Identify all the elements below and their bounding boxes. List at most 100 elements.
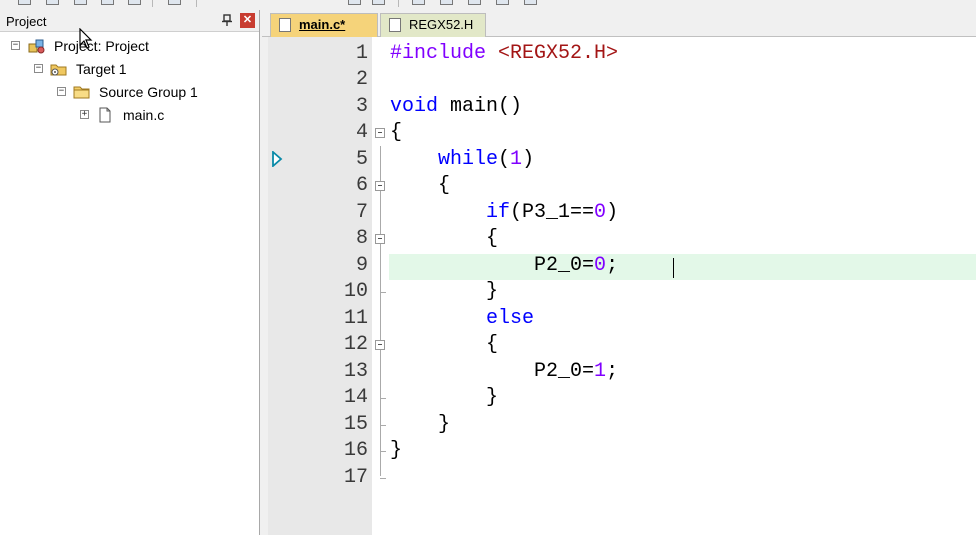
line-number: 14: [343, 386, 368, 409]
number-literal: 1: [510, 148, 523, 171]
code-text: P2_0=1;: [390, 359, 618, 385]
fold-end-marker: [380, 398, 386, 399]
code-line: 2: [268, 67, 976, 93]
code-token: (: [498, 148, 511, 171]
expand-icon[interactable]: +: [80, 110, 89, 119]
line-number: 1: [355, 42, 368, 65]
project-panel-title: Project: [6, 14, 47, 29]
file-icon: [279, 18, 291, 32]
code-text: }: [390, 385, 498, 411]
code-token: ): [522, 148, 535, 171]
line-number: 10: [343, 280, 368, 303]
code-line: 16 }: [268, 438, 976, 464]
include-header: <REGX52.H>: [486, 42, 619, 65]
code-line: 5 while(1): [268, 147, 976, 173]
code-token: {: [438, 174, 451, 197]
line-number: 5: [355, 148, 368, 171]
toolbar-button-icon[interactable]: [412, 0, 425, 5]
code-token: ): [606, 201, 619, 224]
tree-node-label: main.c: [123, 107, 165, 123]
code-text: while(1): [390, 147, 534, 173]
line-number: 7: [355, 201, 368, 224]
code-token: (P3_1==: [510, 201, 595, 224]
code-line: 7 if(P3_1==0): [268, 200, 976, 226]
keyword: else: [486, 307, 535, 330]
toolbar-button-icon[interactable]: [348, 0, 361, 5]
fold-toggle-icon[interactable]: [375, 340, 385, 350]
collapse-icon[interactable]: −: [11, 41, 20, 50]
tree-node-label: Source Group 1: [99, 84, 198, 100]
code-line: 4 {: [268, 120, 976, 146]
tree-node-source-group[interactable]: − Source Group 1: [0, 82, 250, 102]
code-line: 11 else: [268, 306, 976, 332]
code-text: P2_0=0;: [390, 253, 618, 279]
file-icon: [389, 18, 401, 32]
toolbar-button-icon[interactable]: [168, 0, 181, 5]
project-icon: [28, 38, 46, 54]
keyword: while: [438, 148, 499, 171]
tree-node-file[interactable]: + main.c: [0, 105, 250, 125]
code-text: if(P3_1==0): [390, 200, 618, 226]
line-number: 11: [343, 307, 368, 330]
keyword: void: [390, 95, 439, 118]
code-token: ;: [606, 360, 619, 383]
line-number: 6: [355, 174, 368, 197]
toolbar-button-icon[interactable]: [524, 0, 537, 5]
code-text: }: [390, 412, 450, 438]
keyword: if: [486, 201, 511, 224]
code-token: P2_0=: [534, 360, 595, 383]
text-caret: [673, 258, 674, 278]
fold-end-marker: [380, 425, 386, 426]
toolbar-separator: [152, 0, 153, 7]
line-number: 4: [355, 121, 368, 144]
fold-toggle-icon[interactable]: [375, 128, 385, 138]
tab-main-c[interactable]: main.c*: [270, 13, 378, 37]
code-token: }: [438, 413, 451, 436]
pin-icon[interactable]: [221, 14, 233, 27]
tab-label: main.c*: [299, 17, 346, 32]
code-text: {: [390, 226, 498, 252]
code-line: 3 void main(): [268, 94, 976, 120]
toolbar-button-icon[interactable]: [468, 0, 481, 5]
toolbar-button-icon[interactable]: [101, 0, 114, 5]
toolbar-button-icon[interactable]: [496, 0, 509, 5]
code-token: }: [486, 386, 499, 409]
project-panel-header: Project ✕: [0, 10, 259, 32]
file-icon: [96, 107, 114, 123]
code-line: 15 }: [268, 412, 976, 438]
close-icon[interactable]: ✕: [240, 13, 255, 28]
toolbar-button-icon[interactable]: [372, 0, 385, 5]
collapse-icon[interactable]: −: [57, 87, 66, 96]
tree-node-project[interactable]: − Project: Project: [0, 36, 250, 56]
toolbar-button-icon[interactable]: [18, 0, 31, 5]
number-literal: 1: [594, 360, 607, 383]
fold-toggle-icon[interactable]: [375, 234, 385, 244]
toolbar-button-icon[interactable]: [128, 0, 141, 5]
collapse-icon[interactable]: −: [34, 64, 43, 73]
line-number: 2: [355, 68, 368, 91]
code-text: void main(): [390, 94, 522, 120]
code-line: 17: [268, 465, 976, 491]
editor-tab-bar: main.c* REGX52.H: [262, 10, 976, 37]
code-line: 8 {: [268, 226, 976, 252]
folder-icon: [73, 84, 91, 100]
toolbar-separator: [196, 0, 197, 7]
fold-toggle-icon[interactable]: [375, 181, 385, 191]
code-text: }: [390, 279, 498, 305]
tab-regx52-h[interactable]: REGX52.H: [380, 13, 486, 37]
project-panel: Project ✕ − Project: Project − Target 1 …: [0, 10, 260, 535]
toolbar-button-icon[interactable]: [74, 0, 87, 5]
line-number: 16: [343, 439, 368, 462]
code-text: else: [390, 306, 534, 332]
toolbar-button-icon[interactable]: [46, 0, 59, 5]
code-editor[interactable]: 1 #include <REGX52.H> 2 3 void main() 4 …: [268, 37, 976, 535]
toolbar-button-icon[interactable]: [440, 0, 453, 5]
code-token: P2_0=: [534, 254, 595, 277]
code-token: {: [486, 227, 499, 250]
tree-node-label: Target 1: [76, 61, 127, 77]
code-token: ;: [606, 254, 619, 277]
code-line: 10 }: [268, 279, 976, 305]
code-text: #include <REGX52.H>: [390, 41, 618, 67]
tree-node-target[interactable]: − Target 1: [0, 59, 250, 79]
line-number: 17: [343, 466, 368, 489]
